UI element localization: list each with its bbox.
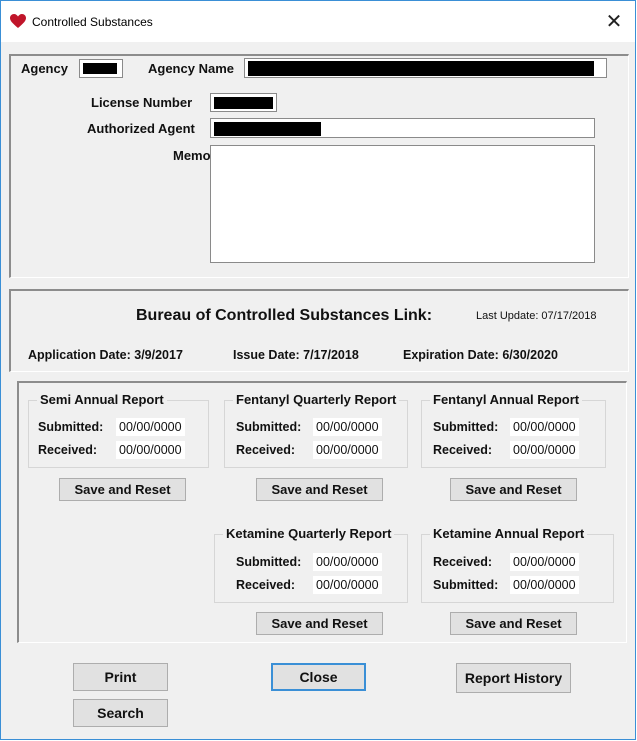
fentanyl-annual-report-group: Fentanyl Annual Report Submitted: 00/00/… [421,392,606,468]
fentanyl-quarterly-report-group: Fentanyl Quarterly Report Submitted: 00/… [224,392,408,468]
fentanyl-quarterly-save-reset-button[interactable]: Save and Reset [256,478,383,501]
license-number-label: License Number [91,95,193,110]
received-label: Received: [433,555,493,569]
submitted-label: Submitted: [433,420,499,434]
agency-field[interactable] [79,59,123,78]
submitted-label: Submitted: [433,578,499,592]
heart-icon [8,12,28,30]
received-label: Received: [236,578,296,592]
submitted-value[interactable]: 00/00/0000 [313,418,382,436]
memo-textarea[interactable] [210,145,595,263]
authorized-agent-field[interactable] [210,118,595,138]
group-title: Semi Annual Report [37,392,167,407]
agency-name-field[interactable] [244,58,607,78]
submitted-label: Submitted: [236,420,302,434]
received-value[interactable]: 00/00/0000 [116,441,185,459]
received-value[interactable]: 00/00/0000 [313,441,382,459]
received-value[interactable]: 00/00/0000 [510,441,579,459]
submitted-value[interactable]: 00/00/0000 [313,553,382,571]
submitted-label: Submitted: [236,555,302,569]
submitted-label: Submitted: [38,420,104,434]
group-title: Fentanyl Quarterly Report [233,392,400,407]
submitted-value[interactable]: 00/00/0000 [116,418,185,436]
redaction-bar [214,122,321,136]
received-label: Received: [38,443,98,457]
expiration-date: Expiration Date: 6/30/2020 [403,348,558,362]
memo-label: Memo [173,148,211,163]
semi-annual-report-group: Semi Annual Report Submitted: 00/00/0000… [28,392,209,468]
submitted-value[interactable]: 00/00/0000 [510,418,579,436]
redaction-bar [248,61,594,76]
window-title: Controlled Substances [32,15,153,29]
application-date: Application Date: 3/9/2017 [28,348,183,362]
submitted-value[interactable]: 00/00/0000 [510,576,579,594]
authorized-agent-label: Authorized Agent [87,121,195,136]
received-label: Received: [236,443,296,457]
group-title: Ketamine Quarterly Report [223,526,395,541]
ketamine-quarterly-report-group: Ketamine Quarterly Report Submitted: 00/… [214,526,408,603]
received-label: Received: [433,443,493,457]
fentanyl-annual-save-reset-button[interactable]: Save and Reset [450,478,577,501]
title-bar: Controlled Substances ✕ [1,1,635,42]
bureau-title: Bureau of Controlled Substances Link: [136,307,433,324]
last-update-text: Last Update: 07/17/2018 [476,310,597,322]
ketamine-quarterly-save-reset-button[interactable]: Save and Reset [256,612,383,635]
issue-date: Issue Date: 7/17/2018 [233,348,359,362]
close-button[interactable]: Close [271,663,366,691]
redaction-bar [214,97,273,109]
group-title: Ketamine Annual Report [430,526,588,541]
print-button[interactable]: Print [73,663,168,691]
semi-annual-save-reset-button[interactable]: Save and Reset [59,478,186,501]
received-value[interactable]: 00/00/0000 [510,553,579,571]
report-history-button[interactable]: Report History [456,663,571,693]
ketamine-annual-report-group: Ketamine Annual Report Received: 00/00/0… [421,526,614,603]
agency-name-label: Agency Name [148,61,234,76]
window-close-button[interactable]: ✕ [601,9,627,35]
group-title: Fentanyl Annual Report [430,392,583,407]
agency-label: Agency [21,61,68,76]
dialog-window: Controlled Substances ✕ Agency Agency Na… [0,0,636,740]
received-value[interactable]: 00/00/0000 [313,576,382,594]
redaction-bar [83,63,117,74]
search-button[interactable]: Search [73,699,168,727]
ketamine-annual-save-reset-button[interactable]: Save and Reset [450,612,577,635]
license-number-field[interactable] [210,93,277,112]
